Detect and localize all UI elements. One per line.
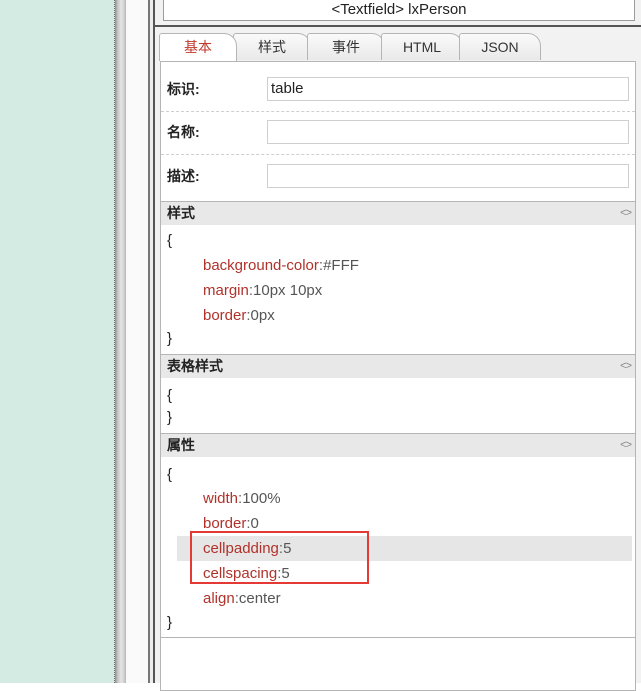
basic-tab-content: 标识: table 名称: 描述: 样式 <> { background-col… xyxy=(160,61,636,691)
name-label: 名称: xyxy=(167,124,200,140)
attr-prop-cellspacing[interactable]: cellspacing:5 xyxy=(161,561,635,586)
style-prop-background-color[interactable]: background-color:#FFF xyxy=(161,253,635,278)
panel-gap xyxy=(126,0,148,683)
attr-prop-cellpadding[interactable]: cellpadding:5 xyxy=(177,536,632,561)
attributes-close-brace: } xyxy=(167,614,173,631)
panel-divider xyxy=(155,25,641,27)
attr-prop-align[interactable]: align:center xyxy=(161,586,635,611)
style-prop-border[interactable]: border:0px xyxy=(161,303,635,328)
attributes-section-header[interactable]: 属性 <> xyxy=(161,433,635,457)
attributes-section-bottom xyxy=(161,637,635,638)
attributes-open-brace: { xyxy=(167,466,173,483)
attributes-section-title: 属性 xyxy=(167,437,195,453)
name-input[interactable] xyxy=(267,120,629,144)
attr-prop-width[interactable]: width:100% xyxy=(161,486,635,511)
selected-node-label: <Textfield> lxPerson xyxy=(163,0,635,21)
tab-style[interactable]: 样式 xyxy=(233,33,311,60)
property-panel: <Textfield> lxPerson 基本 样式 事件 HTML JSON … xyxy=(155,0,641,691)
description-input[interactable] xyxy=(267,164,629,188)
design-canvas[interactable] xyxy=(0,0,115,683)
id-field-row: 标识: table xyxy=(161,68,635,112)
description-label: 描述: xyxy=(167,168,200,184)
attr-prop-border[interactable]: border:0 xyxy=(161,511,635,536)
tab-html[interactable]: HTML xyxy=(381,33,463,60)
style-prop-margin[interactable]: margin:10px 10px xyxy=(161,278,635,303)
style-open-brace: { xyxy=(167,232,173,249)
tab-json[interactable]: JSON xyxy=(459,33,541,60)
table-style-section-title: 表格样式 xyxy=(167,358,223,374)
code-toggle-icon[interactable]: <> xyxy=(620,434,632,457)
tab-basic[interactable]: 基本 xyxy=(159,33,237,61)
name-field-row: 名称: xyxy=(161,111,635,155)
tab-events[interactable]: 事件 xyxy=(307,33,385,60)
description-field-row: 描述: xyxy=(161,155,635,198)
table-style-section-header[interactable]: 表格样式 <> xyxy=(161,354,635,378)
panel-splitter[interactable] xyxy=(115,0,126,683)
style-section-header[interactable]: 样式 <> xyxy=(161,201,635,225)
id-label: 标识: xyxy=(167,81,200,97)
id-input[interactable]: table xyxy=(267,77,629,101)
code-toggle-icon[interactable]: <> xyxy=(620,202,632,225)
code-toggle-icon[interactable]: <> xyxy=(620,355,632,378)
table-style-close-brace: } xyxy=(167,409,173,426)
style-close-brace: } xyxy=(167,330,173,347)
style-section-title: 样式 xyxy=(167,205,195,221)
